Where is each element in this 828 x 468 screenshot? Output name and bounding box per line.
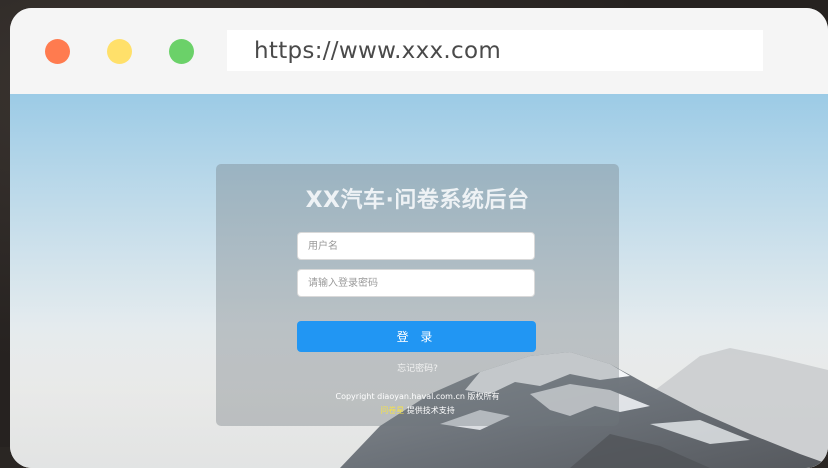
password-input[interactable] bbox=[297, 269, 535, 297]
close-window-button[interactable] bbox=[45, 39, 70, 64]
copyright-text: Copyright diaoyan.haval.com.cn 版权所有 bbox=[335, 392, 500, 401]
maximize-window-button[interactable] bbox=[169, 39, 194, 64]
login-title: XX汽车·问卷系统后台 bbox=[305, 188, 530, 213]
browser-window: https://www.xxx.com XX汽车·问卷系统后台 用户名 登 录 … bbox=[10, 8, 828, 468]
address-bar[interactable]: https://www.xxx.com bbox=[227, 30, 763, 71]
support-line: 问卷星 提供技术支持 bbox=[216, 405, 619, 416]
forgot-password-link[interactable]: 忘记密码? bbox=[216, 361, 619, 374]
browser-toolbar: https://www.xxx.com bbox=[10, 8, 828, 94]
support-brand-link[interactable]: 问卷星 bbox=[380, 406, 404, 415]
login-panel: XX汽车·问卷系统后台 登 录 忘记密码? Copyright diaoyan.… bbox=[216, 164, 619, 426]
minimize-window-button[interactable] bbox=[107, 39, 132, 64]
login-button[interactable]: 登 录 bbox=[297, 321, 536, 352]
page-viewport: XX汽车·问卷系统后台 登 录 忘记密码? Copyright diaoyan.… bbox=[10, 94, 828, 468]
address-url: https://www.xxx.com bbox=[254, 37, 502, 64]
username-input[interactable] bbox=[297, 232, 535, 260]
support-text: 提供技术支持 bbox=[404, 406, 455, 415]
